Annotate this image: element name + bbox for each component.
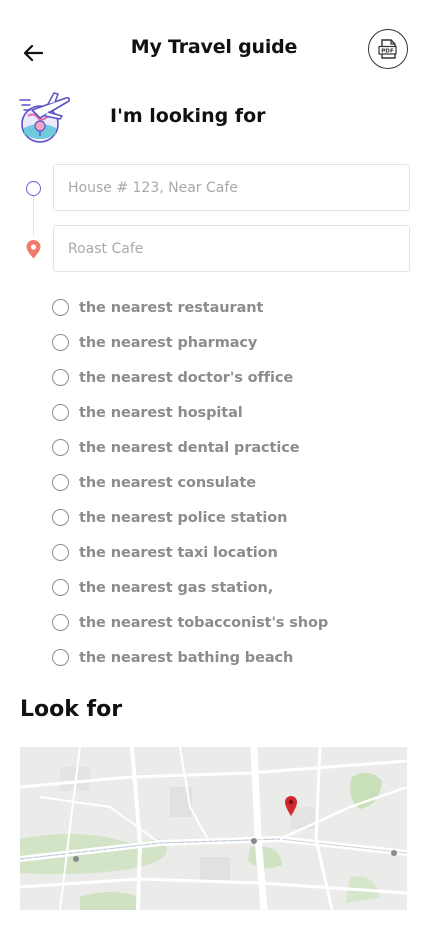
option-label: the nearest dental practice bbox=[79, 439, 300, 456]
origin-field[interactable] bbox=[53, 164, 410, 211]
pdf-file-icon: PDF bbox=[378, 39, 397, 59]
option-tobacconist[interactable]: the nearest tobacconist's shop bbox=[52, 605, 412, 640]
option-label: the nearest taxi location bbox=[79, 544, 278, 561]
destination-input[interactable] bbox=[68, 240, 395, 257]
pdf-export-button[interactable]: PDF bbox=[368, 29, 408, 69]
option-label: the nearest police station bbox=[79, 509, 288, 526]
hero-title: I'm looking for bbox=[110, 105, 266, 127]
radio-button[interactable] bbox=[52, 369, 69, 386]
radio-button[interactable] bbox=[52, 334, 69, 351]
radio-button[interactable] bbox=[52, 614, 69, 631]
origin-dot-icon bbox=[26, 181, 41, 196]
option-label: the nearest bathing beach bbox=[79, 649, 294, 666]
option-restaurant[interactable]: the nearest restaurant bbox=[52, 290, 412, 325]
radio-button[interactable] bbox=[52, 544, 69, 561]
option-label: the nearest consulate bbox=[79, 474, 256, 491]
map-view[interactable] bbox=[20, 747, 407, 910]
airplane-globe-icon bbox=[18, 92, 72, 144]
option-doctors-office[interactable]: the nearest doctor's office bbox=[52, 360, 412, 395]
option-dental-practice[interactable]: the nearest dental practice bbox=[52, 430, 412, 465]
option-police-station[interactable]: the nearest police station bbox=[52, 500, 412, 535]
option-label: the nearest doctor's office bbox=[79, 369, 294, 386]
radio-button[interactable] bbox=[52, 509, 69, 526]
option-pharmacy[interactable]: the nearest pharmacy bbox=[52, 325, 412, 360]
option-label: the nearest restaurant bbox=[79, 299, 264, 316]
option-label: the nearest tobacconist's shop bbox=[79, 614, 329, 631]
option-gas-station[interactable]: the nearest gas station, bbox=[52, 570, 412, 605]
option-consulate[interactable]: the nearest consulate bbox=[52, 465, 412, 500]
option-bathing-beach[interactable]: the nearest bathing beach bbox=[52, 640, 412, 675]
header: My Travel guide PDF bbox=[0, 0, 428, 96]
route-connector bbox=[33, 196, 34, 236]
page-title: My Travel guide bbox=[130, 36, 298, 58]
options-list: the nearest restaurant the nearest pharm… bbox=[52, 290, 412, 675]
location-pin-icon bbox=[25, 240, 42, 259]
radio-button[interactable] bbox=[52, 579, 69, 596]
option-taxi-location[interactable]: the nearest taxi location bbox=[52, 535, 412, 570]
radio-button[interactable] bbox=[52, 299, 69, 316]
option-label: the nearest hospital bbox=[79, 404, 243, 421]
pdf-label: PDF bbox=[381, 49, 394, 55]
option-hospital[interactable]: the nearest hospital bbox=[52, 395, 412, 430]
destination-field[interactable] bbox=[53, 225, 410, 272]
radio-button[interactable] bbox=[52, 649, 69, 666]
radio-button[interactable] bbox=[52, 474, 69, 491]
origin-input[interactable] bbox=[68, 179, 395, 196]
radio-button[interactable] bbox=[52, 439, 69, 456]
look-for-title: Look for bbox=[20, 697, 123, 722]
option-label: the nearest gas station, bbox=[79, 579, 274, 596]
map-pin-icon[interactable] bbox=[284, 795, 298, 817]
option-label: the nearest pharmacy bbox=[79, 334, 258, 351]
radio-button[interactable] bbox=[52, 404, 69, 421]
